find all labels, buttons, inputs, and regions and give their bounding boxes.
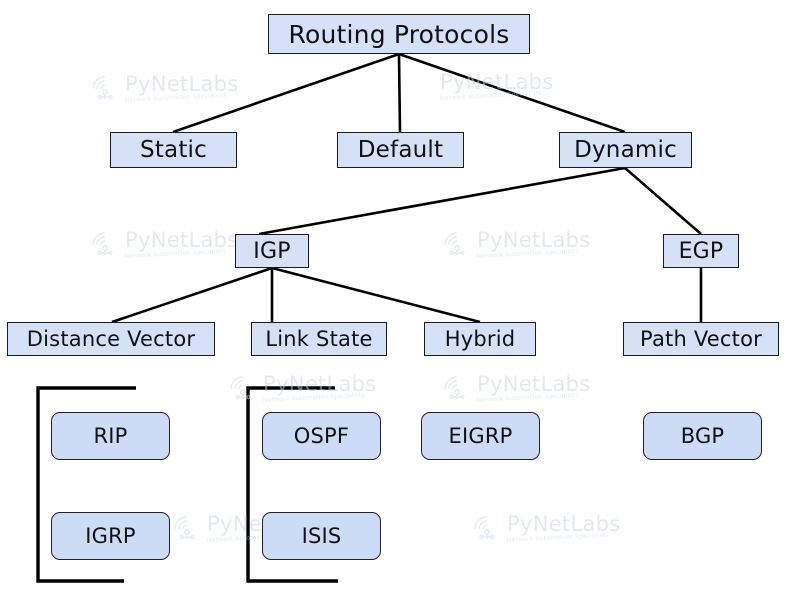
pynetlabs-logo-icon [92, 232, 113, 256]
watermark-text: PyNetLabs [477, 228, 591, 252]
routing-protocols-diagram: PyNetLabs Network Automation Specialists P… [0, 0, 800, 600]
edge-dynamic-to-igp [258, 166, 626, 236]
node-static[interactable]: Static [110, 132, 237, 168]
watermark-tagline: Network Automation Specialists [262, 391, 365, 404]
node-label: IGP [253, 238, 291, 264]
node-label: Default [357, 137, 444, 163]
node-label: Dynamic [574, 137, 677, 163]
node-label: EGP [678, 238, 724, 264]
watermark-text: PyNetLabs [477, 372, 591, 396]
node-ospf[interactable]: OSPF [262, 412, 381, 460]
watermark-tagline: Network Automation Specialists [124, 91, 227, 104]
watermark-text: PyNetLabs [440, 70, 554, 94]
node-egp[interactable]: EGP [663, 234, 739, 268]
watermark-text: PyNetLabs [263, 372, 377, 396]
watermark-text: PyNetLabs [125, 72, 239, 96]
node-label: ISIS [301, 524, 342, 548]
node-label: Path Vector [640, 327, 762, 351]
pynetlabs-logo-icon [92, 76, 113, 100]
pynetlabs-logo-icon [444, 376, 465, 400]
node-bgp[interactable]: BGP [643, 412, 762, 460]
watermark: PyNetLabsNetwork Automation Specialists [440, 72, 554, 102]
edge-routing-protocols-to-default [397, 53, 402, 133]
pynetlabs-logo-icon [474, 516, 495, 540]
node-igp[interactable]: IGP [235, 234, 309, 268]
node-label: Link State [265, 327, 373, 351]
watermark: PyNetLabsNetwork Automation Specialists [226, 372, 377, 406]
node-link-state[interactable]: Link State [251, 322, 387, 356]
node-default[interactable]: Default [337, 132, 464, 168]
watermark-tagline: Network Automation Specialists [439, 89, 542, 102]
node-igrp[interactable]: IGRP [51, 512, 170, 560]
node-label: BGP [680, 424, 725, 448]
node-label: IGRP [85, 524, 136, 548]
watermark: PyNetLabsNetwork Automation Specialists [470, 512, 621, 546]
edge-igp-to-hybrid [271, 266, 481, 324]
node-label: Static [140, 137, 207, 163]
edge-routing-protocols-to-dynamic [398, 52, 626, 134]
node-label: RIP [93, 424, 128, 448]
node-isis[interactable]: ISIS [262, 512, 381, 560]
node-label: Routing Protocols [288, 19, 510, 49]
watermark: PyNetLabsNetwork Automation Specialists [440, 228, 591, 262]
watermark-text: PyNetLabs [125, 228, 239, 252]
watermark-tagline: Network Automation Specialists [476, 391, 579, 404]
node-hybrid[interactable]: Hybrid [424, 322, 536, 356]
watermark-text: PyNetLabs [507, 512, 621, 536]
watermark-tagline: Network Automation Specialists [506, 531, 609, 544]
watermark: PyNetLabsNetwork Automation Specialists [440, 372, 591, 406]
watermark: PyNetLabsNetwork Automation Specialists [88, 228, 239, 262]
node-routing-protocols[interactable]: Routing Protocols [268, 14, 530, 54]
pynetlabs-logo-icon [230, 376, 251, 400]
node-path-vector[interactable]: Path Vector [623, 322, 779, 356]
watermark-tagline: Network Automation Specialists [124, 247, 227, 260]
edge-dynamic-to-egp [624, 167, 702, 235]
node-dynamic[interactable]: Dynamic [559, 132, 692, 168]
node-label: Distance Vector [26, 327, 196, 351]
edge-routing-protocols-to-static [172, 52, 400, 134]
node-label: Hybrid [444, 327, 516, 351]
node-rip[interactable]: RIP [51, 412, 170, 460]
connector-lines [36, 52, 703, 583]
node-label: EIGRP [448, 424, 513, 448]
edge-group [111, 52, 703, 324]
pynetlabs-logo-icon [444, 232, 465, 256]
node-label: OSPF [293, 424, 350, 448]
pynetlabs-logo-icon [174, 516, 195, 540]
node-eigrp[interactable]: EIGRP [421, 412, 540, 460]
node-distance-vector[interactable]: Distance Vector [7, 322, 215, 356]
edge-igp-to-distance-vector [111, 266, 273, 324]
watermark: PyNetLabsNetwork Automation Specialists [88, 72, 239, 106]
watermark-tagline: Network Automation Specialists [476, 247, 579, 260]
